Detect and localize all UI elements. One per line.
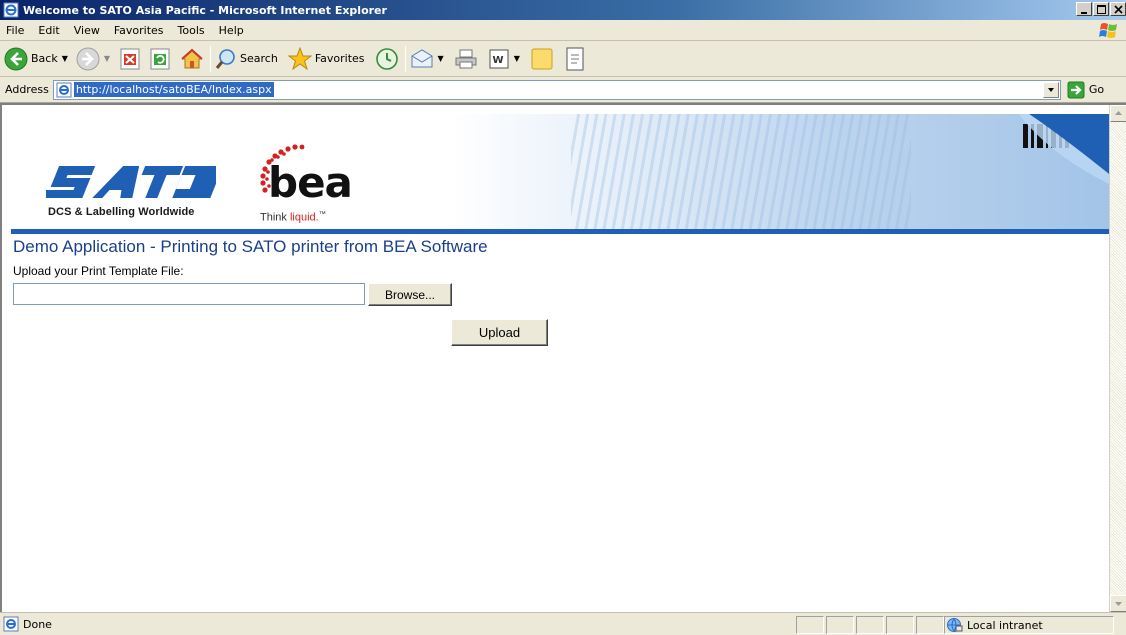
bea-tagline-think: Think — [260, 211, 290, 224]
title-bar: Welcome to SATO Asia Pacific - Microsoft… — [0, 0, 1126, 20]
home-button[interactable] — [180, 44, 204, 74]
search-button[interactable]: Search — [215, 44, 278, 74]
sato-logo — [46, 166, 216, 198]
upload-label: Upload your Print Template File: — [13, 264, 184, 278]
address-dropdown-button[interactable] — [1042, 81, 1059, 98]
bea-tagline-tm: ™ — [318, 211, 326, 218]
chevron-down-icon — [1115, 602, 1122, 606]
edit-dropdown-icon[interactable]: ▼ — [514, 54, 520, 63]
page-title: Demo Application - Printing to SATO prin… — [13, 237, 488, 256]
forward-arrow-icon — [76, 47, 100, 70]
back-label: Back — [31, 52, 58, 65]
print-button[interactable] — [454, 44, 478, 74]
go-label: Go — [1088, 83, 1105, 96]
upload-button[interactable]: Upload — [451, 319, 548, 346]
page-curl-graphic — [1019, 114, 1109, 184]
toolbar-separator — [404, 45, 406, 72]
address-input[interactable]: http://localhost/satoBEA/Index.aspx — [52, 79, 1061, 100]
favorites-label: Favorites — [314, 52, 365, 65]
edit-button[interactable]: W ▼ — [488, 44, 520, 74]
security-zone[interactable]: Local intranet — [944, 616, 1114, 634]
discuss-button[interactable] — [530, 44, 554, 74]
forward-dropdown-icon[interactable]: ▼ — [104, 54, 110, 63]
menu-favorites[interactable]: Favorites — [107, 24, 171, 37]
bea-wordmark: bea — [268, 158, 353, 207]
minimize-icon — [1081, 12, 1087, 14]
status-pane — [856, 616, 884, 634]
back-dropdown-icon[interactable]: ▼ — [62, 54, 68, 63]
scroll-up-button[interactable] — [1110, 105, 1126, 122]
mail-icon — [411, 48, 433, 67]
note-icon — [531, 48, 553, 69]
page-viewport: DCS & Labelling Worldwide bea Think liqu… — [0, 103, 1126, 612]
go-arrow-icon — [1067, 81, 1085, 98]
close-button[interactable] — [1110, 2, 1126, 16]
menu-file[interactable]: File — [0, 24, 31, 37]
menu-help[interactable]: Help — [212, 24, 251, 37]
header-banner: DCS & Labelling Worldwide bea Think liqu… — [11, 114, 1109, 229]
scroll-down-button[interactable] — [1110, 595, 1126, 612]
mail-dropdown-icon[interactable]: ▼ — [438, 54, 444, 63]
address-bar: Address http://localhost/satoBEA/Index.a… — [0, 77, 1126, 103]
menu-view[interactable]: View — [67, 24, 107, 37]
ie-page-icon — [56, 82, 72, 97]
search-icon — [215, 48, 235, 69]
address-label: Address — [5, 83, 49, 96]
sato-tagline: DCS & Labelling Worldwide — [48, 206, 195, 218]
svg-text:W: W — [492, 55, 503, 66]
maximize-icon — [1097, 5, 1106, 14]
menu-edit[interactable]: Edit — [31, 24, 66, 37]
stop-icon — [120, 48, 140, 69]
ie-page-icon — [3, 616, 19, 632]
vertical-scrollbar[interactable] — [1109, 105, 1126, 612]
status-pane — [826, 616, 854, 634]
browse-button[interactable]: Browse... — [368, 283, 452, 306]
word-edit-icon: W — [489, 49, 509, 68]
status-text: Done — [23, 617, 52, 631]
back-button[interactable]: Back ▼ — [4, 44, 68, 74]
window-title: Welcome to SATO Asia Pacific - Microsoft… — [23, 3, 387, 17]
status-pane — [886, 616, 914, 634]
favorites-button[interactable]: Favorites — [287, 44, 365, 74]
printer-icon — [455, 49, 477, 68]
chevron-down-icon — [1047, 87, 1054, 92]
chevron-up-icon — [1115, 111, 1122, 115]
windows-logo-icon — [1099, 23, 1117, 38]
minimize-button[interactable] — [1076, 2, 1092, 16]
go-button[interactable]: Go — [1067, 81, 1104, 99]
banner-background — [571, 114, 911, 229]
address-url[interactable]: http://localhost/satoBEA/Index.aspx — [73, 82, 274, 97]
refresh-button[interactable] — [150, 44, 170, 74]
close-icon — [1114, 5, 1123, 14]
research-button[interactable] — [566, 44, 584, 74]
bea-tagline-liquid: liquid. — [289, 211, 319, 224]
maximize-button[interactable] — [1093, 2, 1109, 16]
ie-page-icon — [3, 2, 19, 18]
toolbar: Back ▼ ▼ Search Favorites ▼ W ▼ — [0, 41, 1126, 77]
home-icon — [181, 48, 203, 68]
menu-tools[interactable]: Tools — [171, 24, 212, 37]
media-button[interactable] — [375, 44, 399, 74]
status-bar: Done Local intranet — [0, 612, 1126, 635]
refresh-icon — [150, 48, 170, 69]
history-icon — [375, 47, 398, 70]
banner-divider — [11, 229, 1109, 234]
document-icon — [566, 47, 584, 70]
intranet-globe-icon — [947, 618, 963, 632]
favorites-star-icon — [287, 46, 312, 70]
menu-bar: File Edit View Favorites Tools Help — [0, 20, 1126, 41]
toolbar-separator — [210, 45, 212, 72]
status-pane — [796, 616, 824, 634]
bea-tagline: Think liquid.™ — [260, 211, 326, 224]
search-label: Search — [240, 52, 278, 65]
back-arrow-icon — [4, 47, 28, 70]
status-pane — [916, 616, 944, 634]
stop-button[interactable] — [120, 44, 140, 74]
mail-button[interactable]: ▼ — [410, 44, 444, 74]
status-panes — [796, 616, 946, 634]
security-zone-label: Local intranet — [967, 618, 1043, 632]
file-path-input[interactable] — [13, 283, 365, 305]
forward-button[interactable]: ▼ — [76, 44, 110, 74]
